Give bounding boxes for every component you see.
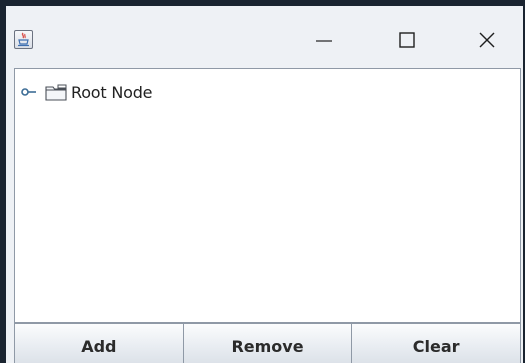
close-icon bbox=[479, 32, 495, 48]
title-bar[interactable] bbox=[6, 6, 523, 68]
tree-node-label[interactable]: Root Node bbox=[71, 83, 152, 102]
button-bar: Add Remove Clear bbox=[14, 323, 522, 363]
app-window: Root Node Add Remove Clear bbox=[0, 0, 525, 363]
folder-icon bbox=[45, 84, 67, 101]
screen: Root Node Add Remove Clear bbox=[0, 0, 525, 363]
minimize-button[interactable] bbox=[302, 24, 346, 56]
java-cup-icon[interactable] bbox=[14, 30, 33, 49]
add-button[interactable]: Add bbox=[14, 323, 184, 363]
clear-button[interactable]: Clear bbox=[351, 323, 522, 363]
close-button[interactable] bbox=[465, 24, 509, 56]
maximize-icon bbox=[399, 32, 415, 48]
remove-button[interactable]: Remove bbox=[182, 323, 353, 363]
tree-handle-icon[interactable] bbox=[21, 87, 43, 97]
tree-node-root[interactable]: Root Node bbox=[21, 81, 152, 103]
tree-view[interactable]: Root Node bbox=[14, 68, 521, 323]
maximize-button[interactable] bbox=[385, 24, 429, 56]
minimize-icon bbox=[316, 40, 332, 42]
